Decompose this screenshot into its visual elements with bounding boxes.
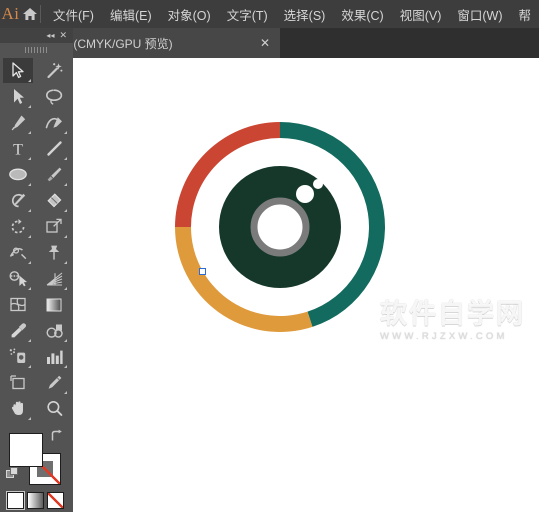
- menu-window[interactable]: 窗口(W): [449, 0, 510, 28]
- color-mode-gradient[interactable]: [27, 492, 44, 509]
- line-segment-tool[interactable]: [39, 136, 69, 161]
- color-mode-none[interactable]: [47, 492, 64, 509]
- selection-anchor-point[interactable]: [199, 268, 206, 275]
- menu-type[interactable]: 文字(T): [219, 0, 276, 28]
- tool-corner-marker: [64, 157, 67, 160]
- symbol-sprayer-tool[interactable]: [3, 344, 33, 369]
- default-fill-stroke-icon[interactable]: [6, 467, 19, 480]
- mesh-tool[interactable]: [3, 292, 33, 317]
- perspective-grid-tool[interactable]: [39, 266, 69, 291]
- inner-hole-ring[interactable]: [250, 197, 310, 257]
- direct-selection-tool[interactable]: [3, 84, 33, 109]
- menu-effect[interactable]: 效果(C): [333, 0, 391, 28]
- column-graph-tool[interactable]: [39, 344, 69, 369]
- paintbrush-tool[interactable]: [39, 162, 69, 187]
- bubble-large[interactable]: [296, 185, 314, 203]
- tool-corner-marker: [28, 417, 31, 420]
- artboard-tool[interactable]: [3, 370, 33, 395]
- svg-text:T: T: [13, 142, 23, 158]
- eyedropper-tool[interactable]: [3, 318, 33, 343]
- rotate-tool[interactable]: [3, 214, 33, 239]
- tools-panel-drag-handle[interactable]: [0, 43, 73, 56]
- tool-corner-marker: [28, 287, 31, 290]
- bubble-small[interactable]: [313, 179, 323, 189]
- zoom-tool[interactable]: [39, 396, 69, 421]
- menu-view[interactable]: 视图(V): [392, 0, 450, 28]
- tool-corner-marker: [28, 105, 31, 108]
- tool-corner-marker: [28, 79, 31, 82]
- tool-corner-marker: [64, 209, 67, 212]
- slice-tool[interactable]: [39, 370, 69, 395]
- tool-corner-marker: [28, 209, 31, 212]
- menu-select[interactable]: 选择(S): [276, 0, 334, 28]
- menu-bar: Ai 文件(F) 编辑(E) 对象(O) 文字(T) 选择(S) 效果(C) 视…: [0, 0, 539, 28]
- menu-object[interactable]: 对象(O): [160, 0, 219, 28]
- none-slash-icon: [48, 493, 63, 508]
- eraser-tool[interactable]: [39, 188, 69, 213]
- tool-corner-marker: [64, 261, 67, 264]
- chevron-double-left-icon[interactable]: ◂◂: [46, 31, 54, 40]
- tool-corner-marker: [64, 183, 67, 186]
- home-icon[interactable]: [21, 0, 38, 28]
- close-icon[interactable]: ✕: [59, 31, 67, 40]
- blend-tool[interactable]: [39, 318, 69, 343]
- color-mode-solid[interactable]: [6, 491, 25, 510]
- magic-wand-tool[interactable]: [39, 58, 69, 83]
- tool-corner-marker: [28, 157, 31, 160]
- tool-corner-marker: [28, 235, 31, 238]
- artboard-canvas[interactable]: 软件自学网 WWW.RJZXW.COM: [73, 58, 539, 512]
- tool-list: T: [0, 56, 73, 422]
- pen-tool[interactable]: [3, 110, 33, 135]
- selection-tool[interactable]: [3, 58, 33, 83]
- ellipse-tool[interactable]: [3, 162, 33, 187]
- shaper-tool[interactable]: [3, 188, 33, 213]
- tool-corner-marker: [64, 365, 67, 368]
- scale-tool[interactable]: [39, 214, 69, 239]
- tool-corner-marker: [28, 183, 31, 186]
- shape-builder-tool[interactable]: [3, 266, 33, 291]
- tool-corner-marker: [28, 339, 31, 342]
- menu-help[interactable]: 帮: [510, 0, 539, 28]
- lasso-tool[interactable]: [39, 84, 69, 109]
- fill-stroke-controls: [6, 429, 64, 485]
- illustrator-window: Ai 文件(F) 编辑(E) 对象(O) 文字(T) 选择(S) 效果(C) 视…: [0, 0, 539, 512]
- tool-corner-marker: [64, 131, 67, 134]
- color-mode-row: [6, 491, 65, 510]
- grip-dots-icon: [24, 46, 49, 53]
- tools-panel-header: ◂◂ ✕: [0, 28, 73, 43]
- free-transform-tool[interactable]: [39, 240, 69, 265]
- type-tool[interactable]: T: [3, 136, 33, 161]
- menu-divider: [40, 5, 41, 23]
- tools-panel: ◂◂ ✕ T: [0, 28, 73, 512]
- tool-corner-marker: [64, 287, 67, 290]
- menu-edit[interactable]: 编辑(E): [102, 0, 160, 28]
- donut-chart-artwork[interactable]: [73, 58, 539, 512]
- width-tool[interactable]: [3, 240, 33, 265]
- tool-corner-marker: [64, 235, 67, 238]
- tool-corner-marker: [28, 261, 31, 264]
- menu-file[interactable]: 文件(F): [45, 0, 102, 28]
- tool-corner-marker: [28, 365, 31, 368]
- tool-corner-marker: [64, 339, 67, 342]
- tool-corner-marker: [64, 391, 67, 394]
- close-icon[interactable]: ✕: [258, 36, 272, 50]
- gradient-tool[interactable]: [39, 292, 69, 317]
- tool-corner-marker: [28, 131, 31, 134]
- curvature-tool[interactable]: [39, 110, 69, 135]
- document-tab-bar: @ 119.66% (CMYK/GPU 预览) ✕: [0, 28, 539, 58]
- fill-swatch[interactable]: [9, 433, 43, 467]
- menu-item-list: 文件(F) 编辑(E) 对象(O) 文字(T) 选择(S) 效果(C) 视图(V…: [45, 0, 539, 28]
- swap-fill-stroke-icon[interactable]: [50, 429, 64, 443]
- hand-tool[interactable]: [3, 396, 33, 421]
- app-logo: Ai: [1, 4, 20, 23]
